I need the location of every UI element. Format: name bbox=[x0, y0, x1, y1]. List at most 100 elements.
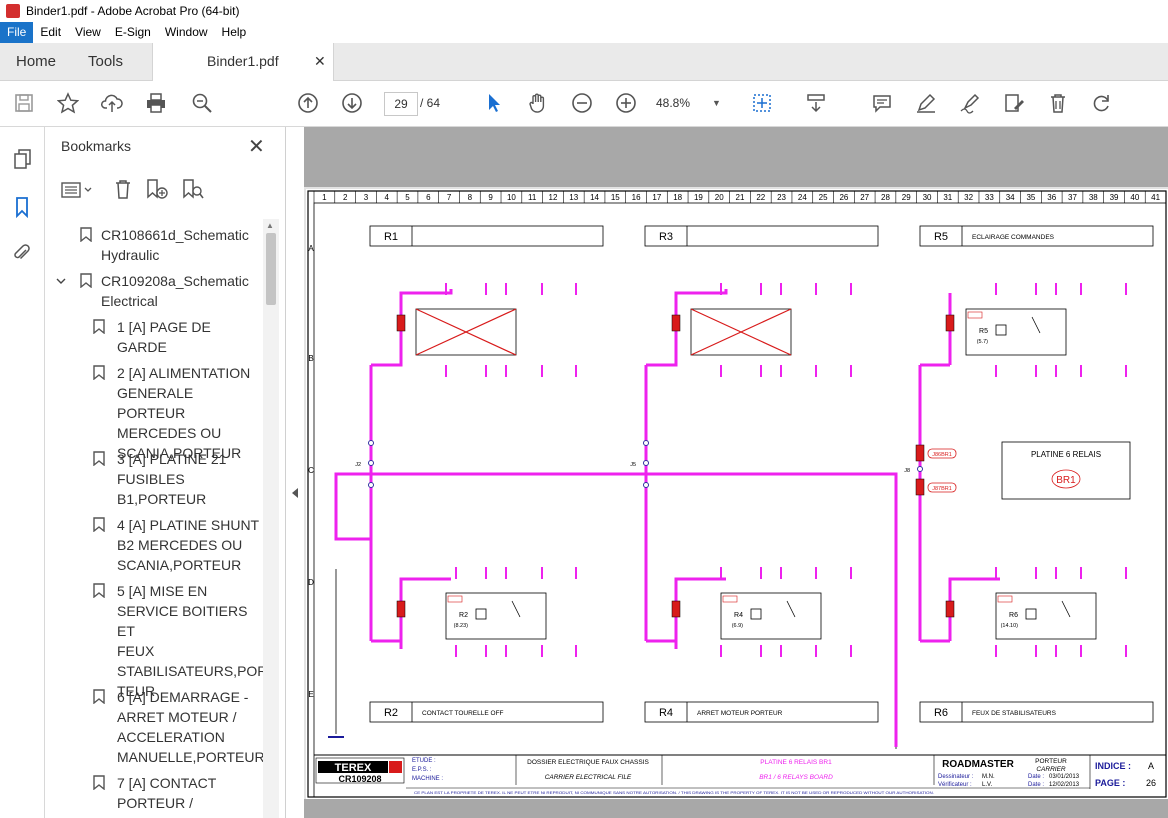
relay-diode bbox=[396, 600, 406, 618]
page-total: / 64 bbox=[420, 96, 441, 110]
bookmark-label: MANUELLE,PORTEUR bbox=[117, 749, 263, 765]
panel-collapse-strip[interactable] bbox=[286, 127, 305, 818]
delete-icon[interactable] bbox=[1044, 89, 1072, 117]
bookmark-label: CR109208a_Schematic bbox=[101, 273, 249, 289]
hand-tool-icon[interactable] bbox=[524, 89, 552, 117]
scroll-up-icon[interactable]: ▲ bbox=[266, 221, 274, 230]
column-number: 6 bbox=[426, 193, 431, 202]
menu-edit[interactable]: Edit bbox=[33, 22, 68, 43]
relay-diode bbox=[671, 314, 681, 332]
pdf-page[interactable]: 1 2 3 4 5 6 7 8 9 10 11 12 13 14 15 16 17 18 19 20 21 22 23 24 2… bbox=[306, 189, 1168, 799]
row-letter: B bbox=[308, 354, 313, 363]
bookmark-label: B1,PORTEUR bbox=[117, 491, 207, 507]
relay-description: CONTACT TOURELLE OFF bbox=[422, 710, 504, 717]
column-number: 31 bbox=[943, 193, 952, 202]
chevron-down-icon[interactable] bbox=[56, 276, 66, 286]
previous-page-icon[interactable] bbox=[294, 89, 322, 117]
edit-pdf-icon[interactable] bbox=[1000, 89, 1028, 117]
relay-description: ECLAIRAGE COMMANDES bbox=[972, 234, 1055, 241]
bookmark-icon bbox=[93, 319, 105, 334]
bookmark-item[interactable]: 7 [A] CONTACT PORTEUR / ECLAIRAGE CABINE A bbox=[93, 773, 263, 818]
eps-label: E.P.S. : bbox=[412, 767, 432, 773]
bookmark-label: GARDE bbox=[117, 339, 167, 355]
bookmark-item[interactable]: 6 [A] DEMARRAGE - ARRET MOTEUR / ACCELERAT… bbox=[93, 687, 263, 767]
relay-feed bbox=[674, 577, 726, 641]
print-icon[interactable] bbox=[142, 89, 170, 117]
scrollbar-thumb[interactable] bbox=[266, 233, 276, 305]
zoom-in-icon[interactable] bbox=[612, 89, 640, 117]
bookmark-options-icon[interactable] bbox=[61, 180, 95, 200]
menu-window[interactable]: Window bbox=[158, 22, 215, 43]
relay-ref: (5.7) bbox=[977, 339, 988, 345]
highlight-pen-icon[interactable] bbox=[912, 89, 940, 117]
left-navigation-rail bbox=[0, 127, 45, 818]
save-icon[interactable] bbox=[10, 89, 38, 117]
bookmark-label: 2 [A] ALIMENTATION bbox=[117, 365, 251, 381]
bookmarks-panel-icon[interactable] bbox=[10, 195, 34, 219]
bookmarks-panel: Bookmarks ✕ CR108661d_Schematic Hydrauli… bbox=[45, 127, 286, 818]
close-panel-icon[interactable]: ✕ bbox=[248, 134, 265, 159]
bookmark-star-icon[interactable] bbox=[54, 89, 82, 117]
menu-esign[interactable]: E-Sign bbox=[108, 22, 158, 43]
bookmark-item[interactable]: 4 [A] PLATINE SHUNT B2 MERCEDES OU SCANIA,… bbox=[93, 515, 259, 575]
row-letter: E bbox=[308, 690, 313, 699]
menu-view[interactable]: View bbox=[68, 22, 108, 43]
menu-file[interactable]: File bbox=[0, 22, 34, 43]
column-number: 1 bbox=[322, 193, 327, 202]
comment-icon[interactable] bbox=[868, 89, 896, 117]
bus-branch bbox=[371, 357, 403, 367]
bookmarks-panel-title: Bookmarks bbox=[61, 138, 132, 154]
relay-feed bbox=[399, 577, 451, 641]
column-number: 12 bbox=[549, 193, 558, 202]
j87br1-label: J87BR1 bbox=[932, 486, 952, 492]
delete-bookmark-icon[interactable] bbox=[113, 178, 133, 200]
indice-label: INDICE : bbox=[1095, 761, 1131, 771]
fit-page-icon[interactable] bbox=[748, 89, 776, 117]
page-thumbnails-icon[interactable] bbox=[10, 147, 34, 171]
bookmark-icon bbox=[93, 517, 105, 532]
machine-label: MACHINE : bbox=[412, 776, 443, 782]
close-tab-icon[interactable]: ✕ bbox=[314, 43, 326, 80]
zoom-out-icon[interactable] bbox=[568, 89, 596, 117]
sign-icon[interactable] bbox=[956, 89, 984, 117]
bookmark-item[interactable]: 5 [A] MISE EN SERVICE BOITIERS ET FEUX STAB… bbox=[93, 581, 263, 701]
upload-icon[interactable] bbox=[98, 89, 126, 117]
tab-document[interactable]: Binder1.pdf ✕ bbox=[152, 43, 334, 81]
document-viewer[interactable]: 1 2 3 4 5 6 7 8 9 10 11 12 13 14 15 16 17 18 19 20 21 22 23 24 2… bbox=[304, 127, 1168, 818]
attachments-icon[interactable] bbox=[10, 241, 34, 265]
bookmark-label: 5 [A] MISE EN bbox=[117, 583, 208, 599]
column-number: 30 bbox=[923, 193, 932, 202]
redo-rotate-icon[interactable] bbox=[1088, 89, 1116, 117]
viewer-gray-area bbox=[304, 127, 1168, 187]
page-number-input[interactable]: 29 bbox=[384, 92, 418, 116]
top-relay-label-box bbox=[369, 225, 604, 247]
scroll-mode-icon[interactable] bbox=[802, 89, 830, 117]
relay-br1-tag bbox=[447, 595, 463, 603]
column-number: 37 bbox=[1068, 193, 1077, 202]
tab-home[interactable]: Home bbox=[16, 43, 56, 80]
bookmark-icon bbox=[93, 775, 105, 790]
tab-tools[interactable]: Tools bbox=[88, 43, 123, 80]
bookmark-icon bbox=[93, 365, 105, 380]
bookmark-item[interactable]: 2 [A] ALIMENTATION GENERALE PORTEUR MERCED… bbox=[93, 363, 263, 463]
menu-help[interactable]: Help bbox=[215, 22, 254, 43]
bookmark-item[interactable]: 3 [A] PLATINE 21 FUSIBLES B1,PORTEUR bbox=[93, 449, 226, 509]
zoom-search-icon[interactable] bbox=[188, 89, 216, 117]
next-page-icon[interactable] bbox=[338, 89, 366, 117]
viewer-gray-area-bottom bbox=[304, 799, 1168, 818]
new-bookmark-icon[interactable] bbox=[145, 178, 169, 200]
select-cursor-icon[interactable] bbox=[480, 89, 508, 117]
bookmark-item[interactable]: CR109208a_Schematic Electrical bbox=[56, 271, 249, 311]
connector-pin bbox=[368, 460, 374, 466]
date-label: Date : bbox=[1028, 774, 1044, 780]
column-number: 4 bbox=[385, 193, 390, 202]
bookmarks-scrollbar[interactable]: ▲ bbox=[263, 219, 279, 818]
bookmark-label-line2: Electrical bbox=[101, 293, 158, 309]
find-bookmark-icon[interactable] bbox=[181, 178, 205, 200]
bookmark-item[interactable]: 1 [A] PAGE DE GARDE bbox=[93, 317, 211, 357]
bookmark-item[interactable]: CR108661d_Schematic Hydraulic bbox=[80, 225, 249, 265]
relay-name: R5 bbox=[979, 328, 988, 335]
zoom-level-select[interactable]: 48.8% ▼ bbox=[656, 92, 726, 114]
date-created: 03/01/2013 bbox=[1049, 774, 1080, 780]
collapse-arrow-icon[interactable] bbox=[290, 487, 300, 499]
